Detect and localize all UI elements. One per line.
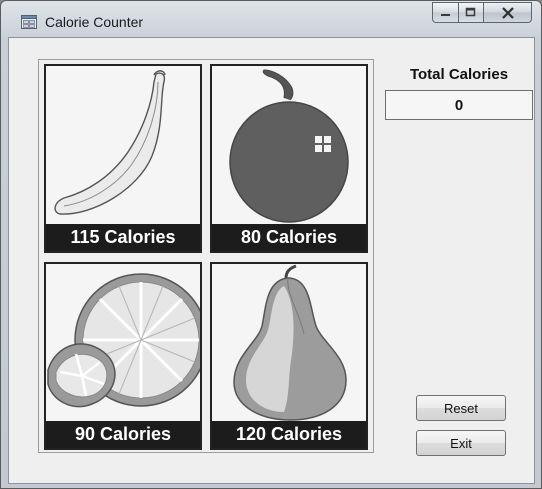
- banana-calories-label: 115 Calories: [46, 224, 200, 251]
- maximize-icon: [465, 7, 476, 17]
- total-calories-value: 0: [385, 90, 533, 120]
- close-icon: [501, 6, 514, 19]
- apple-calories-label: 80 Calories: [212, 224, 366, 251]
- apple-tile[interactable]: 80 Calories: [210, 64, 368, 253]
- fruit-grid: 115 Calories 80 Calories 90 Calories 120…: [38, 59, 374, 453]
- total-calories-label: Total Calories: [409, 66, 509, 83]
- calorie-counter-window: Calorie Counter 115 Calories 80 Calories…: [0, 0, 542, 489]
- title-bar[interactable]: Calorie Counter: [1, 1, 541, 37]
- minimize-icon: [440, 13, 450, 16]
- caption-buttons: [432, 2, 538, 24]
- orange-calories-label: 90 Calories: [46, 421, 200, 448]
- pear-calories-label: 120 Calories: [212, 421, 366, 448]
- banana-tile[interactable]: 115 Calories: [44, 64, 202, 253]
- exit-button[interactable]: Exit: [416, 430, 506, 456]
- reset-button[interactable]: Reset: [416, 395, 506, 421]
- pear-tile[interactable]: 120 Calories: [210, 262, 368, 450]
- maximize-button[interactable]: [458, 2, 484, 23]
- banana-icon: [54, 70, 166, 215]
- orange-icon: [47, 273, 200, 408]
- apple-icon: [229, 69, 349, 223]
- pear-icon: [233, 264, 347, 421]
- window-title: Calorie Counter: [45, 14, 144, 30]
- orange-tile[interactable]: 90 Calories: [44, 262, 202, 450]
- minimize-button[interactable]: [432, 2, 459, 23]
- close-button[interactable]: [483, 2, 532, 23]
- form-icon: [21, 15, 37, 29]
